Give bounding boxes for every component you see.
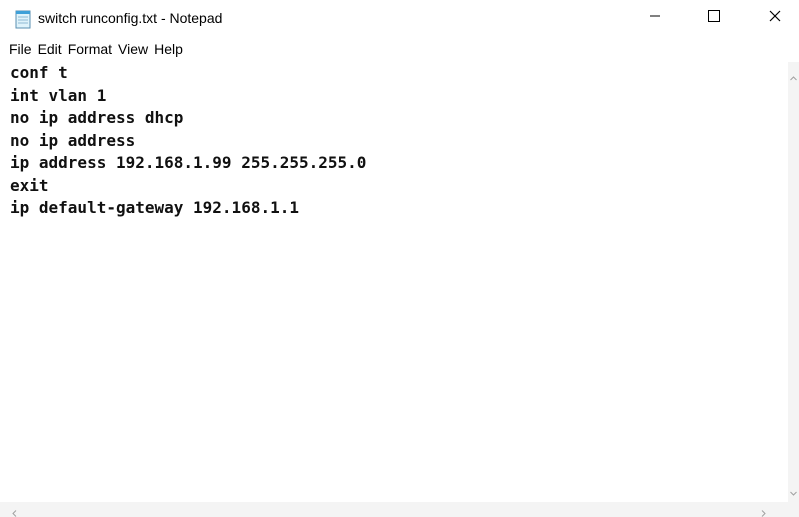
menu-item-edit[interactable]: Edit — [35, 39, 65, 59]
editor-line: conf t — [10, 63, 68, 82]
scroll-up-icon[interactable] — [789, 70, 798, 81]
close-icon — [769, 9, 781, 27]
scrollbar-corner — [788, 502, 799, 517]
scroll-left-icon[interactable] — [10, 505, 19, 517]
maximize-icon — [708, 9, 720, 27]
menu-bar: File Edit Format View Help — [0, 38, 799, 60]
menu-item-file[interactable]: File — [6, 39, 35, 59]
editor-line: no ip address dhcp — [10, 108, 184, 127]
editor-line: ip address 192.168.1.99 255.255.255.0 — [10, 153, 367, 172]
editor-line: exit — [10, 175, 49, 195]
minimize-icon — [649, 9, 661, 27]
text-editor[interactable]: conf t int vlan 1 no ip address dhcp no … — [0, 62, 788, 502]
scroll-down-icon[interactable] — [789, 485, 798, 496]
menu-item-view[interactable]: View — [115, 39, 151, 59]
title-bar[interactable]: switch runconfig.txt - Notepad — [0, 0, 799, 36]
vertical-scrollbar[interactable] — [788, 62, 799, 502]
window-title: switch runconfig.txt - Notepad — [38, 10, 223, 26]
menu-item-format[interactable]: Format — [65, 39, 115, 59]
editor-line: no ip address — [10, 130, 136, 150]
editor-line: ip default-gateway 192.168.1.1 — [10, 198, 299, 217]
menu-item-help[interactable]: Help — [151, 39, 186, 59]
maximize-button[interactable] — [691, 0, 737, 36]
scroll-right-icon[interactable] — [759, 505, 768, 517]
close-button[interactable] — [752, 0, 798, 36]
editor-line: int vlan 1 — [10, 85, 107, 105]
minimize-button[interactable] — [632, 0, 678, 36]
notepad-icon — [13, 9, 33, 29]
horizontal-scrollbar[interactable] — [0, 502, 788, 517]
